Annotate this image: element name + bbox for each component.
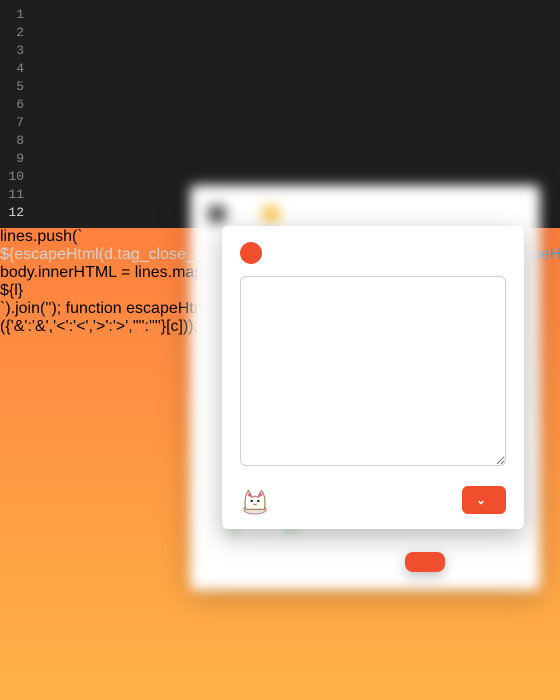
line-number-gutter: 123456789101112 xyxy=(0,6,34,222)
feedback-popup: ⌄ xyxy=(222,226,524,529)
mascot-icon xyxy=(240,485,270,515)
feedback-textarea[interactable] xyxy=(240,276,506,466)
submit-button[interactable]: ⌄ xyxy=(462,486,506,514)
feedback-toggle-button[interactable] xyxy=(405,552,445,572)
chevron-down-icon: ⌄ xyxy=(476,493,486,507)
step-badge xyxy=(240,242,262,264)
